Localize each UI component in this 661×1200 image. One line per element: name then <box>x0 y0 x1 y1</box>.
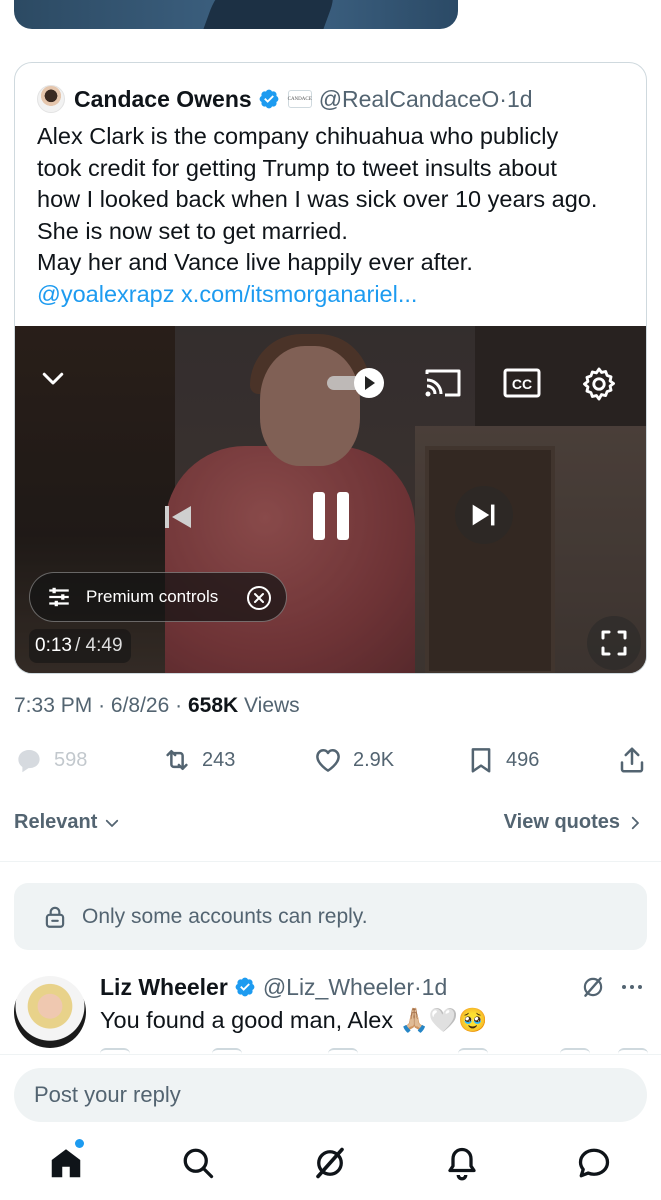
closed-captions-icon[interactable]: CC <box>502 366 542 400</box>
like-button[interactable]: 2.9K <box>313 742 394 778</box>
post-reply-placeholder: Post your reply <box>34 1082 181 1107</box>
views-label: Views <box>244 694 300 717</box>
pause-icon[interactable] <box>305 486 357 546</box>
tweet-links: @yoalexrapz x.com/itsmorganariel... <box>37 279 637 311</box>
messages-icon[interactable] <box>576 1145 612 1181</box>
skip-next-icon[interactable] <box>455 486 513 544</box>
tweet-text-line: how I looked back when I was sick over 1… <box>37 186 598 212</box>
repost-count: 243 <box>202 748 236 771</box>
like-count: 2.9K <box>353 748 395 771</box>
views-count[interactable]: 658K <box>188 694 238 717</box>
reply-icon <box>18 750 40 773</box>
grok-icon[interactable] <box>580 974 606 1000</box>
reply-header: Liz Wheeler @Liz_Wheeler·1d <box>100 972 447 1002</box>
close-icon[interactable] <box>246 585 272 611</box>
fullscreen-icon[interactable] <box>587 616 641 670</box>
svg-text:CC: CC <box>512 376 532 392</box>
chevron-down-icon[interactable] <box>37 362 69 394</box>
post-reply-input[interactable]: Post your reply <box>14 1068 647 1122</box>
reply-count: 598 <box>54 748 88 771</box>
quoted-tweet-text: Alex Clark is the company chihuahua who … <box>37 121 637 310</box>
author-name[interactable]: Liz Wheeler <box>100 974 228 1001</box>
bookmark-icon <box>471 748 491 773</box>
tweet-date: 6/8/26 <box>110 694 170 717</box>
repost-button[interactable]: 243 <box>162 742 235 778</box>
reply-button[interactable]: 598 <box>14 742 87 778</box>
tweet-text-line: She is now set to get married. <box>37 217 348 244</box>
bookmark-button[interactable]: 496 <box>466 742 539 778</box>
video-timestamp: 0:13 / 4:49 <box>29 629 131 663</box>
previous-media-thumbnail[interactable] <box>14 0 458 29</box>
grok-icon[interactable] <box>312 1145 348 1181</box>
current-time: 0:13 <box>35 635 72 656</box>
tweet-text-line: May her and Vance live happily ever afte… <box>37 249 473 275</box>
share-button[interactable] <box>617 742 647 778</box>
tweet-text-line: took credit for getting Trump to tweet i… <box>37 154 557 181</box>
tweet-actions: 598 243 2.9K 496 <box>14 742 647 778</box>
repost-icon <box>166 750 188 770</box>
tweet-meta: 7:33 PM · 6/8/26 · 658K Views <box>14 694 300 717</box>
premium-controls-label: Premium controls <box>86 587 219 606</box>
avatar[interactable] <box>14 976 86 1048</box>
bookmark-count: 496 <box>506 748 540 771</box>
autoplay-toggle-icon[interactable] <box>325 366 387 400</box>
video-player[interactable]: CC Premium controls 0:13 / 4:49 <box>15 326 646 673</box>
home-notification-dot <box>75 1139 84 1148</box>
view-quotes-link[interactable]: View quotes <box>504 811 644 834</box>
reply-tweet[interactable]: Liz Wheeler @Liz_Wheeler·1d You found a … <box>0 970 661 1054</box>
view-quotes-label: View quotes <box>503 811 620 833</box>
notifications-icon[interactable] <box>444 1145 480 1181</box>
settings-icon[interactable] <box>579 364 619 404</box>
home-icon[interactable] <box>48 1145 84 1181</box>
divider <box>0 861 661 862</box>
relevant-sort-dropdown[interactable]: Relevant <box>14 811 121 834</box>
reply-text: You found a good man, Alex 🙏🏼🤍🥹 <box>100 1007 488 1033</box>
duration: / 4:49 <box>74 635 123 656</box>
verified-badge-icon <box>235 977 255 997</box>
premium-controls-pill[interactable]: Premium controls <box>29 572 287 622</box>
relevant-label: Relevant <box>14 811 98 833</box>
reply-restriction-notice: Only some accounts can reply. <box>14 883 647 950</box>
chevron-right-icon <box>631 816 639 829</box>
avatar[interactable] <box>37 85 65 113</box>
cast-icon[interactable] <box>423 366 463 400</box>
affiliate-badge[interactable]: CANDACE <box>288 90 312 108</box>
verified-badge-icon <box>259 89 279 109</box>
bottom-tab-bar <box>0 1139 661 1200</box>
reply-composer-bar: Post your reply <box>0 1054 661 1200</box>
heart-icon <box>316 749 340 772</box>
search-icon[interactable] <box>180 1145 216 1181</box>
lock-icon <box>45 906 65 928</box>
author-handle: @RealCandaceO·1d <box>318 85 533 112</box>
author-handle: @Liz_Wheeler·1d <box>262 973 448 1000</box>
author-name[interactable]: Candace Owens <box>74 86 252 113</box>
more-options-icon[interactable] <box>618 974 646 1000</box>
share-icon <box>620 747 644 773</box>
reply-restriction-text: Only some accounts can reply. <box>82 904 368 928</box>
chevron-down-icon <box>106 819 119 827</box>
sliders-icon <box>49 587 69 607</box>
url-link[interactable]: x.com/itsmorganariel... <box>181 281 417 307</box>
mention-link[interactable]: @yoalexrapz <box>37 281 175 307</box>
quoted-tweet-card[interactable]: Candace Owens CANDACE @RealCandaceO·1d A… <box>14 62 647 674</box>
replies-sort-bar: Relevant View quotes <box>14 811 644 839</box>
quoted-tweet-header: Candace Owens CANDACE @RealCandaceO·1d <box>37 85 533 113</box>
tweet-text-line: Alex Clark is the company chihuahua who … <box>37 123 559 149</box>
tweet-time: 7:33 PM <box>14 694 93 717</box>
skip-previous-icon[interactable] <box>155 494 201 540</box>
